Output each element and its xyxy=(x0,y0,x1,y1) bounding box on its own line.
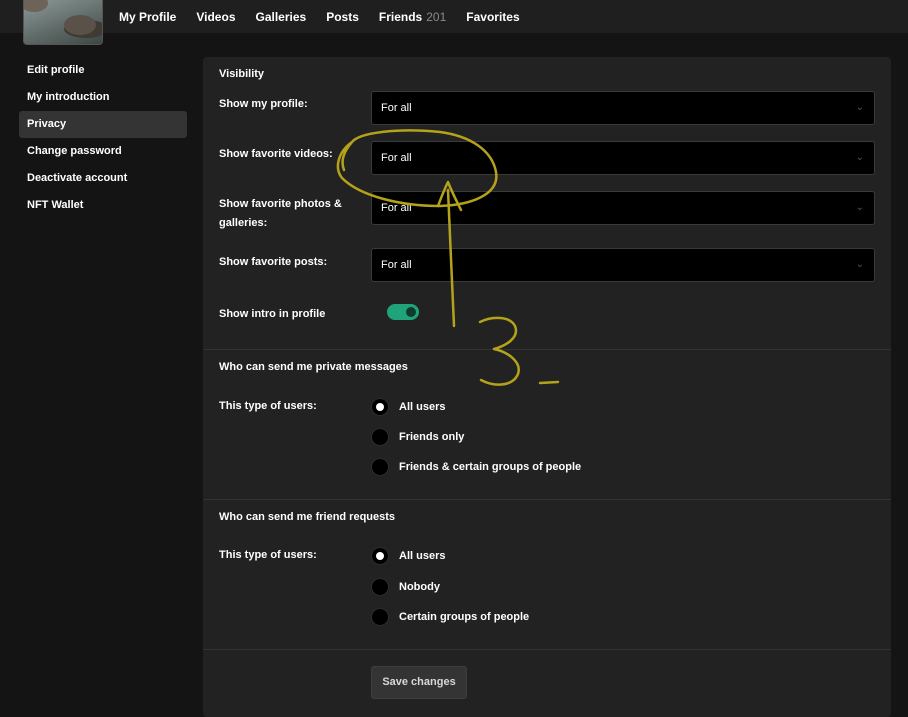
friend-requests-title: Who can send me friend requests xyxy=(219,511,396,523)
chevron-down-icon: ⌄ xyxy=(855,259,864,270)
friend-requests-option-label: All users xyxy=(399,550,446,562)
show-favorite-videos-select[interactable]: For all ⌄ xyxy=(371,141,875,175)
messages-option-friends-groups[interactable]: Friends & certain groups of people xyxy=(371,458,581,476)
sidebar-item-change-password[interactable]: Change password xyxy=(19,138,187,165)
chevron-down-icon: ⌄ xyxy=(855,202,864,213)
show-favorite-videos-label: Show favorite videos: xyxy=(219,148,333,160)
divider xyxy=(203,349,891,350)
friend-requests-option-nobody[interactable]: Nobody xyxy=(371,578,440,596)
radio-checked-icon xyxy=(371,398,389,416)
top-bar: My Profile Videos Galleries Posts Friend… xyxy=(0,0,908,45)
visibility-title: Visibility xyxy=(219,68,265,80)
radio-checked-icon xyxy=(371,547,389,565)
top-navigation: My Profile Videos Galleries Posts Friend… xyxy=(119,0,540,33)
messages-user-type-label: This type of users: xyxy=(219,400,317,412)
show-favorite-posts-select[interactable]: For all ⌄ xyxy=(371,248,875,282)
nav-friends-label: Friends xyxy=(378,9,423,24)
chevron-down-icon: ⌄ xyxy=(855,152,864,163)
show-favorite-posts-label: Show favorite posts: xyxy=(219,256,328,268)
radio-unchecked-icon xyxy=(371,608,389,626)
sidebar-item-my-introduction[interactable]: My introduction xyxy=(19,84,187,111)
show-intro-label: Show intro in profile xyxy=(219,308,326,320)
messages-option-all-users[interactable]: All users xyxy=(371,398,445,416)
show-favorite-photos-value: For all xyxy=(381,202,412,214)
friend-requests-option-all-users[interactable]: All users xyxy=(371,547,445,565)
save-changes-button[interactable]: Save changes xyxy=(371,666,467,699)
settings-sidebar: Edit profile My introduction Privacy Cha… xyxy=(19,57,187,219)
show-favorite-photos-select[interactable]: For all ⌄ xyxy=(371,191,875,225)
nav-videos[interactable]: Videos xyxy=(196,10,235,24)
nav-friends[interactable]: Friends 201 xyxy=(379,10,446,24)
friend-requests-option-certain-groups[interactable]: Certain groups of people xyxy=(371,608,529,626)
friend-requests-user-type-label: This type of users: xyxy=(219,549,317,561)
show-intro-toggle[interactable] xyxy=(387,304,419,320)
friends-count: 201 xyxy=(426,9,447,24)
show-profile-value: For all xyxy=(381,102,412,114)
radio-unchecked-icon xyxy=(371,428,389,446)
nav-posts[interactable]: Posts xyxy=(326,10,359,24)
radio-unchecked-icon xyxy=(371,578,389,596)
show-profile-label: Show my profile: xyxy=(219,98,308,110)
show-favorite-photos-label: Show favorite photos & galleries: xyxy=(219,198,342,229)
sidebar-item-edit-profile[interactable]: Edit profile xyxy=(19,57,187,84)
nav-favorites[interactable]: Favorites xyxy=(466,10,519,24)
messages-option-label: Friends & certain groups of people xyxy=(399,461,582,473)
private-messages-title: Who can send me private messages xyxy=(219,361,408,373)
show-favorite-posts-value: For all xyxy=(381,259,412,271)
sidebar-item-deactivate-account[interactable]: Deactivate account xyxy=(19,165,187,192)
sidebar-item-privacy[interactable]: Privacy xyxy=(19,111,187,138)
toggle-knob xyxy=(406,307,416,317)
messages-option-label: All users xyxy=(399,401,446,413)
chevron-down-icon: ⌄ xyxy=(855,102,864,113)
divider xyxy=(203,499,891,500)
friend-requests-option-label: Certain groups of people xyxy=(399,611,530,623)
show-favorite-videos-value: For all xyxy=(381,152,412,164)
messages-option-friends-only[interactable]: Friends only xyxy=(371,428,464,446)
radio-unchecked-icon xyxy=(371,458,389,476)
nav-my-profile[interactable]: My Profile xyxy=(119,10,176,24)
show-profile-select[interactable]: For all ⌄ xyxy=(371,91,875,125)
divider xyxy=(203,649,891,650)
sidebar-item-nft-wallet[interactable]: NFT Wallet xyxy=(19,192,187,219)
friend-requests-option-label: Nobody xyxy=(399,581,440,593)
avatar[interactable] xyxy=(23,0,103,45)
privacy-settings-panel: Visibility Show my profile: For all ⌄ Sh… xyxy=(203,57,891,717)
messages-option-label: Friends only xyxy=(399,431,465,443)
avatar-image xyxy=(24,0,102,38)
nav-galleries[interactable]: Galleries xyxy=(256,10,307,24)
